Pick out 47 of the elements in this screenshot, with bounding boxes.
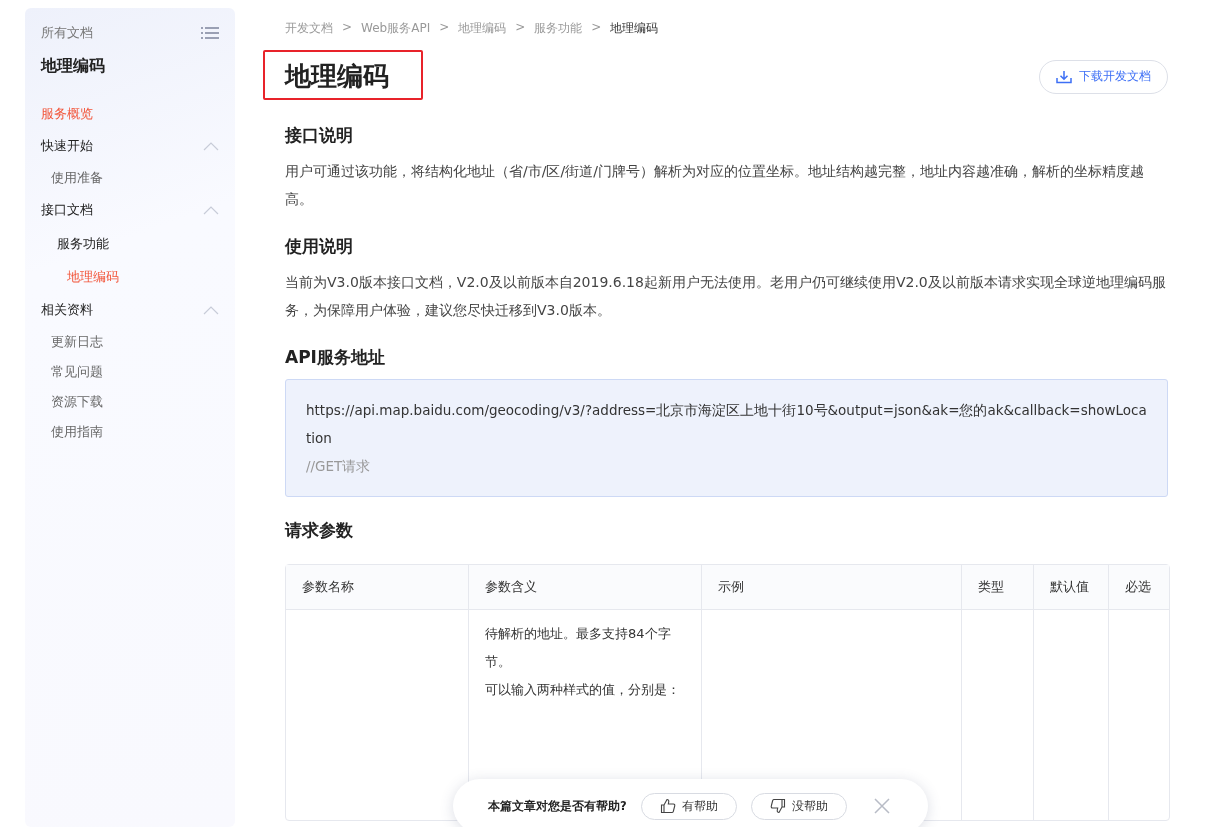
nav-group[interactable]: 快速开始 [41, 131, 93, 161]
nav-link[interactable]: 使用指南 [41, 417, 219, 447]
page-title: 地理编码 [285, 60, 389, 93]
column-header: 默认值 [1033, 565, 1108, 610]
nav-link[interactable]: 更新日志 [41, 327, 219, 357]
column-header: 示例 [701, 565, 961, 610]
nav-group[interactable]: 接口文档 [41, 195, 93, 225]
chevron-icon[interactable] [203, 205, 219, 215]
thumbs-up-icon [659, 798, 676, 814]
column-header: 类型 [961, 565, 1033, 610]
nav-link[interactable]: 服务概览 [41, 99, 219, 129]
section-heading: 使用说明 [285, 235, 354, 258]
breadcrumb-separator: > [342, 20, 353, 36]
section-heading: 请求参数 [285, 519, 354, 542]
breadcrumb-link[interactable]: 地理编码 [458, 20, 507, 37]
chevron-icon[interactable] [203, 141, 219, 151]
column-header: 参数含义 [468, 565, 701, 610]
nav-group[interactable]: 相关资料 [41, 295, 93, 325]
paragraph: 用户可通过该功能，将结构化地址（省/市/区/街道/门牌号）解析为对应的位置坐标。地址结构越完整，地址内容越准确，解析的坐标精度越高。 [285, 162, 1145, 209]
section-heading: 接口说明 [285, 124, 354, 147]
all-docs-link[interactable]: 所有文档 [41, 24, 93, 42]
not-helpful-button[interactable]: 没帮助 [750, 792, 847, 820]
column-header: 参数名称 [286, 565, 468, 610]
breadcrumb-separator: > [439, 20, 450, 36]
download-icon [1056, 69, 1072, 84]
code-comment: //GET请求 [306, 457, 372, 476]
cell-text: 待解析的地址。最多支持84个字节。 [485, 625, 672, 671]
paragraph: 当前为V3.0版本接口文档，V2.0及以前版本自2019.6.18起新用户无法使用。老用户仍可继续使用V2.0及以前版本请求实现全球逆地理编码服务，为保障用户体验，建议您尽快迁移到V3.0版本。 [285, 273, 1167, 320]
menu-icon[interactable] [201, 26, 219, 40]
breadcrumb-separator: > [591, 20, 602, 36]
chevron-icon[interactable] [203, 305, 219, 315]
nav-link[interactable]: 地理编码 [41, 261, 219, 293]
helpful-button[interactable]: 有帮助 [640, 792, 737, 820]
thumbs-down-icon [769, 798, 786, 814]
feedback-question: 本篇文章对您是否有帮助? [488, 798, 627, 814]
close-icon[interactable] [872, 797, 891, 815]
nav-link[interactable]: 常见问题 [41, 357, 219, 387]
section-heading: API服务地址 [285, 346, 386, 369]
nav-link[interactable]: 使用准备 [41, 163, 219, 193]
download-button[interactable]: 下载开发文档 [1039, 59, 1168, 94]
sidebar-title: 地理编码 [41, 56, 106, 77]
breadcrumb-separator: > [515, 20, 526, 36]
column-header: 必选 [1108, 565, 1169, 610]
nav-link[interactable]: 资源下载 [41, 387, 219, 417]
nav-group[interactable]: 服务功能 [41, 227, 219, 261]
api-url: https://api.map.baidu.com/geocoding/v3/?address=北京市海淀区上地十街10号&output=json&ak=您的ak&callback=showLocation [306, 401, 1147, 448]
cell-text: 可以输入两种样式的值，分别是： [485, 681, 681, 699]
